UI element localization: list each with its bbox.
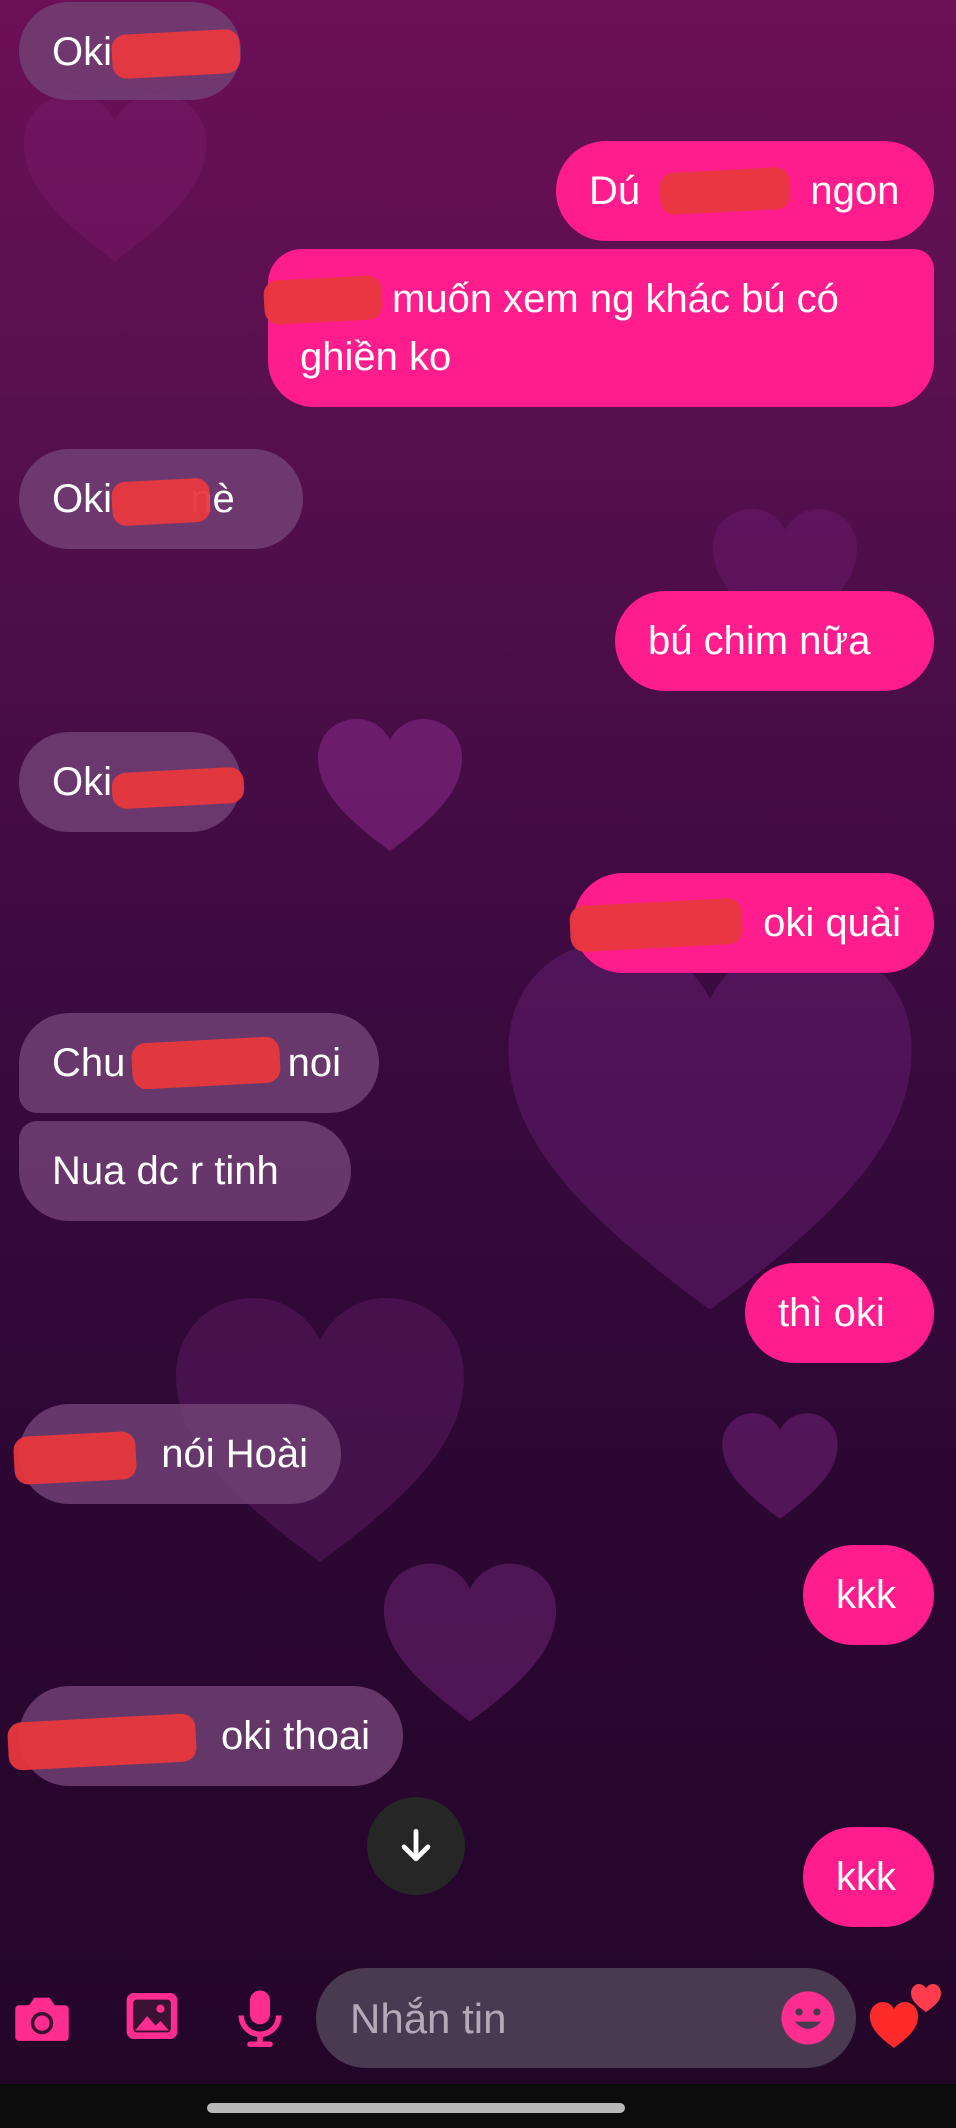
message-text: oki thoai	[221, 1714, 370, 1758]
camera-icon	[15, 1997, 69, 2041]
microphone-icon	[238, 1990, 282, 2047]
outgoing-message[interactable]: kkk	[803, 1827, 934, 1927]
outgoing-message[interactable]: kkk	[803, 1545, 934, 1645]
redaction-mark	[262, 274, 384, 326]
redaction-mark	[12, 1430, 138, 1486]
message-text: Oki	[52, 477, 112, 521]
message-text: oki quài	[763, 901, 901, 945]
message-input-container[interactable]	[316, 1968, 856, 2068]
message-text: kkk	[836, 1573, 896, 1617]
redaction-mark	[568, 897, 744, 953]
message-text: Oki	[52, 30, 112, 74]
message-composer	[0, 1960, 956, 2084]
message-text: kkk	[836, 1855, 896, 1899]
background-heart	[380, 1560, 560, 1725]
message-text: noi	[287, 1041, 342, 1085]
outgoing-message[interactable]: muốn xem ng khác bú có ghiền ko	[268, 249, 934, 407]
redaction-mark	[110, 477, 212, 527]
message-text: ngon	[810, 169, 900, 213]
redaction-mark	[6, 1713, 198, 1771]
message-text: Chu	[52, 1041, 126, 1085]
background-heart	[315, 715, 465, 855]
outgoing-message[interactable]: bú chim nữa	[615, 591, 934, 691]
background-heart	[720, 1410, 840, 1522]
emoji-button[interactable]	[778, 1988, 838, 2048]
message-text: Oki	[52, 760, 112, 804]
redaction-mark	[111, 766, 245, 810]
message-text: Dú	[589, 169, 641, 213]
outgoing-message[interactable]: thì oki	[745, 1263, 934, 1363]
image-icon	[126, 1993, 178, 2039]
hearts-icon	[870, 1984, 941, 2048]
redaction-mark	[130, 1036, 282, 1090]
arrow-down-icon	[401, 1828, 431, 1862]
background-heart	[500, 930, 920, 1320]
emoji-icon	[781, 1991, 835, 2045]
gallery-button[interactable]	[120, 1984, 184, 2048]
incoming-message[interactable]: Nua dc r tinh	[19, 1121, 351, 1221]
scroll-to-bottom-button[interactable]	[367, 1797, 465, 1895]
message-text: thì oki	[778, 1291, 885, 1335]
message-text: Nua dc r tinh	[52, 1149, 279, 1193]
background-heart	[20, 90, 210, 265]
voice-button[interactable]	[228, 1984, 292, 2052]
redaction-mark	[658, 166, 792, 216]
message-input[interactable]	[348, 1988, 772, 2050]
camera-button[interactable]	[10, 1986, 74, 2050]
home-indicator[interactable]	[207, 2103, 625, 2113]
redaction-mark	[110, 28, 242, 80]
message-text: bú chim nữa	[648, 619, 871, 663]
message-text: nói Hoài	[161, 1432, 308, 1476]
hearts-button[interactable]	[866, 1972, 946, 2052]
